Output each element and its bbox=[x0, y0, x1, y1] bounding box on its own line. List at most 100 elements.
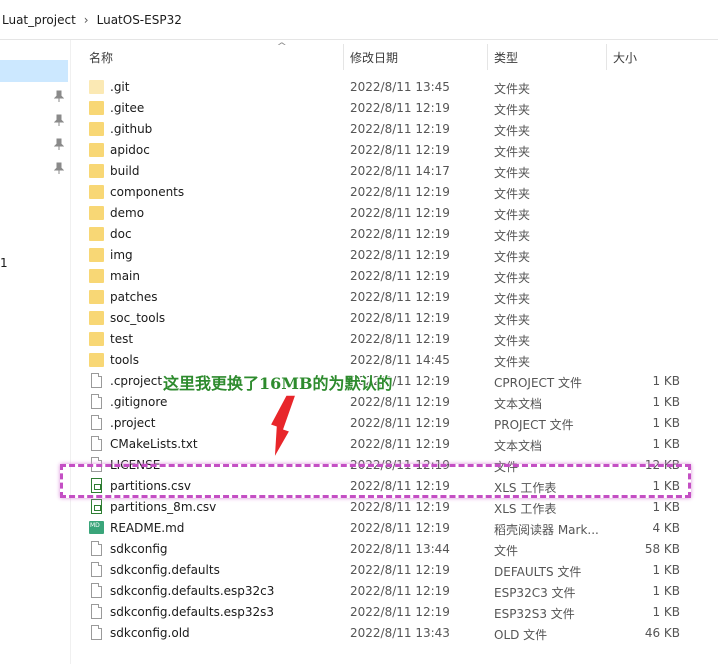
file-type: PROJECT 文件 bbox=[494, 418, 574, 432]
file-row[interactable]: patches 2022/8/11 12:19 文件夹 bbox=[70, 287, 718, 308]
folder-icon bbox=[89, 290, 104, 304]
annotation-text: 这里我更换了16MB的为默认的 bbox=[163, 374, 393, 393]
file-size: 4 KB bbox=[652, 521, 680, 535]
folder-icon bbox=[89, 227, 104, 241]
file-size: 1 KB bbox=[652, 584, 680, 598]
file-type: 文本文档 bbox=[494, 439, 543, 453]
column-header-size[interactable]: 大小 bbox=[613, 40, 683, 74]
file-type: 文件夹 bbox=[494, 82, 531, 96]
file-row[interactable]: .github 2022/8/11 12:19 文件夹 bbox=[70, 119, 718, 140]
file-name: img bbox=[110, 248, 133, 262]
column-divider[interactable] bbox=[606, 44, 607, 70]
file-row[interactable]: partitions_8m.csv 2022/8/11 12:19 XLS 工作表 1… bbox=[70, 497, 718, 518]
md-icon bbox=[89, 521, 104, 534]
folder-icon bbox=[89, 332, 104, 346]
pin-icon[interactable] bbox=[54, 138, 64, 150]
file-row[interactable]: sdkconfig.defaults.esp32s3 2022/8/11 12:1… bbox=[70, 602, 718, 623]
file-type: 文件夹 bbox=[494, 250, 531, 264]
file-row[interactable]: soc_tools 2022/8/11 12:19 文件夹 bbox=[70, 308, 718, 329]
column-header-type[interactable]: 类型 bbox=[494, 40, 604, 74]
file-icon bbox=[91, 583, 102, 598]
file-row[interactable]: components 2022/8/11 12:19 文件夹 bbox=[70, 182, 718, 203]
file-row[interactable]: .project 2022/8/11 12:19 PROJECT 文件 1 KB bbox=[70, 413, 718, 434]
file-size: 1 KB bbox=[652, 374, 680, 388]
file-date: 2022/8/11 14:17 bbox=[350, 164, 450, 178]
file-date: 2022/8/11 12:19 bbox=[350, 143, 450, 157]
nav-selected-item[interactable] bbox=[0, 60, 68, 82]
file-row[interactable]: test 2022/8/11 12:19 文件夹 bbox=[70, 329, 718, 350]
file-row[interactable]: .gitee 2022/8/11 12:19 文件夹 bbox=[70, 98, 718, 119]
file-date: 2022/8/11 13:43 bbox=[350, 626, 450, 640]
breadcrumb-item-luatos-esp32[interactable]: LuatOS-ESP32 bbox=[97, 13, 182, 27]
file-date: 2022/8/11 13:44 bbox=[350, 542, 450, 556]
breadcrumb-item-luat-project[interactable]: Luat_project bbox=[2, 13, 76, 27]
file-type: 文件夹 bbox=[494, 145, 531, 159]
file-row[interactable]: doc 2022/8/11 12:19 文件夹 bbox=[70, 224, 718, 245]
file-name: .gitee bbox=[110, 101, 145, 115]
file-row[interactable]: main 2022/8/11 12:19 文件夹 bbox=[70, 266, 718, 287]
file-date: 2022/8/11 12:19 bbox=[350, 605, 450, 619]
file-name: components bbox=[110, 185, 185, 199]
file-name: .github bbox=[110, 122, 153, 136]
file-name: CMakeLists.txt bbox=[110, 437, 198, 451]
file-icon bbox=[91, 604, 102, 619]
folder-icon bbox=[89, 311, 104, 325]
file-type: ESP32S3 文件 bbox=[494, 607, 575, 621]
file-type: 文件夹 bbox=[494, 271, 531, 285]
file-name: demo bbox=[110, 206, 145, 220]
column-header: ^ 名称 修改日期 类型 大小 bbox=[70, 40, 718, 74]
file-size: 1 KB bbox=[652, 563, 680, 577]
file-size: 1 KB bbox=[652, 416, 680, 430]
file-type: 文件夹 bbox=[494, 229, 531, 243]
file-row[interactable]: .git 2022/8/11 13:45 文件夹 bbox=[70, 77, 718, 98]
file-icon bbox=[91, 415, 102, 430]
file-type: 文件夹 bbox=[494, 124, 531, 138]
file-date: 2022/8/11 12:19 bbox=[350, 248, 450, 262]
file-type: 稻壳阅读器 Mark... bbox=[494, 523, 599, 537]
file-row[interactable]: sdkconfig.old 2022/8/11 13:43 OLD 文件 46 KB bbox=[70, 623, 718, 644]
annotation-arrow-icon bbox=[268, 394, 298, 460]
file-row[interactable]: sdkconfig 2022/8/11 13:44 文件 58 KB bbox=[70, 539, 718, 560]
file-date: 2022/8/11 12:19 bbox=[350, 269, 450, 283]
folder-icon bbox=[89, 101, 104, 115]
file-name: build bbox=[110, 164, 140, 178]
nav-partial-label: 1 bbox=[0, 256, 8, 270]
file-row[interactable]: demo 2022/8/11 12:19 文件夹 bbox=[70, 203, 718, 224]
file-row[interactable]: build 2022/8/11 14:17 文件夹 bbox=[70, 161, 718, 182]
file-row[interactable]: sdkconfig.defaults 2022/8/11 12:19 DEFAULT… bbox=[70, 560, 718, 581]
file-row[interactable]: .gitignore 2022/8/11 12:19 文本文档 1 KB bbox=[70, 392, 718, 413]
file-type: 文件夹 bbox=[494, 334, 531, 348]
folder-icon bbox=[89, 122, 104, 136]
file-type: XLS 工作表 bbox=[494, 502, 557, 516]
file-type: 文件夹 bbox=[494, 103, 531, 117]
file-name: tools bbox=[110, 353, 139, 367]
file-type: 文件夹 bbox=[494, 355, 531, 369]
file-row[interactable]: apidoc 2022/8/11 12:19 文件夹 bbox=[70, 140, 718, 161]
file-name: patches bbox=[110, 290, 158, 304]
column-header-modified[interactable]: 修改日期 bbox=[350, 40, 490, 74]
pin-icon[interactable] bbox=[54, 114, 64, 126]
file-row[interactable]: tools 2022/8/11 14:45 文件夹 bbox=[70, 350, 718, 371]
file-row[interactable]: img 2022/8/11 12:19 文件夹 bbox=[70, 245, 718, 266]
file-row[interactable]: README.md 2022/8/11 12:19 稻壳阅读器 Mark... 4 K… bbox=[70, 518, 718, 539]
file-date: 2022/8/11 14:45 bbox=[350, 353, 450, 367]
column-divider[interactable] bbox=[343, 44, 344, 70]
file-name: sdkconfig.defaults.esp32c3 bbox=[110, 584, 275, 598]
file-date: 2022/8/11 12:19 bbox=[350, 227, 450, 241]
column-header-name[interactable]: 名称 bbox=[89, 40, 341, 74]
file-size: 58 KB bbox=[644, 542, 680, 556]
file-size: 1 KB bbox=[652, 437, 680, 451]
file-type: 文本文档 bbox=[494, 397, 543, 411]
file-date: 2022/8/11 12:19 bbox=[350, 500, 450, 514]
file-row[interactable]: CMakeLists.txt 2022/8/11 12:19 文本文档 1 KB bbox=[70, 434, 718, 455]
file-size: 1 KB bbox=[652, 605, 680, 619]
file-row[interactable]: sdkconfig.defaults.esp32c3 2022/8/11 12:1… bbox=[70, 581, 718, 602]
file-icon bbox=[91, 562, 102, 577]
breadcrumb-separator-icon[interactable]: › bbox=[84, 13, 89, 27]
file-type: 文件夹 bbox=[494, 313, 531, 327]
column-divider[interactable] bbox=[487, 44, 488, 70]
file-name: sdkconfig.defaults bbox=[110, 563, 220, 577]
file-name: sdkconfig.old bbox=[110, 626, 190, 640]
pin-icon[interactable] bbox=[54, 90, 64, 102]
pin-icon[interactable] bbox=[54, 162, 64, 174]
